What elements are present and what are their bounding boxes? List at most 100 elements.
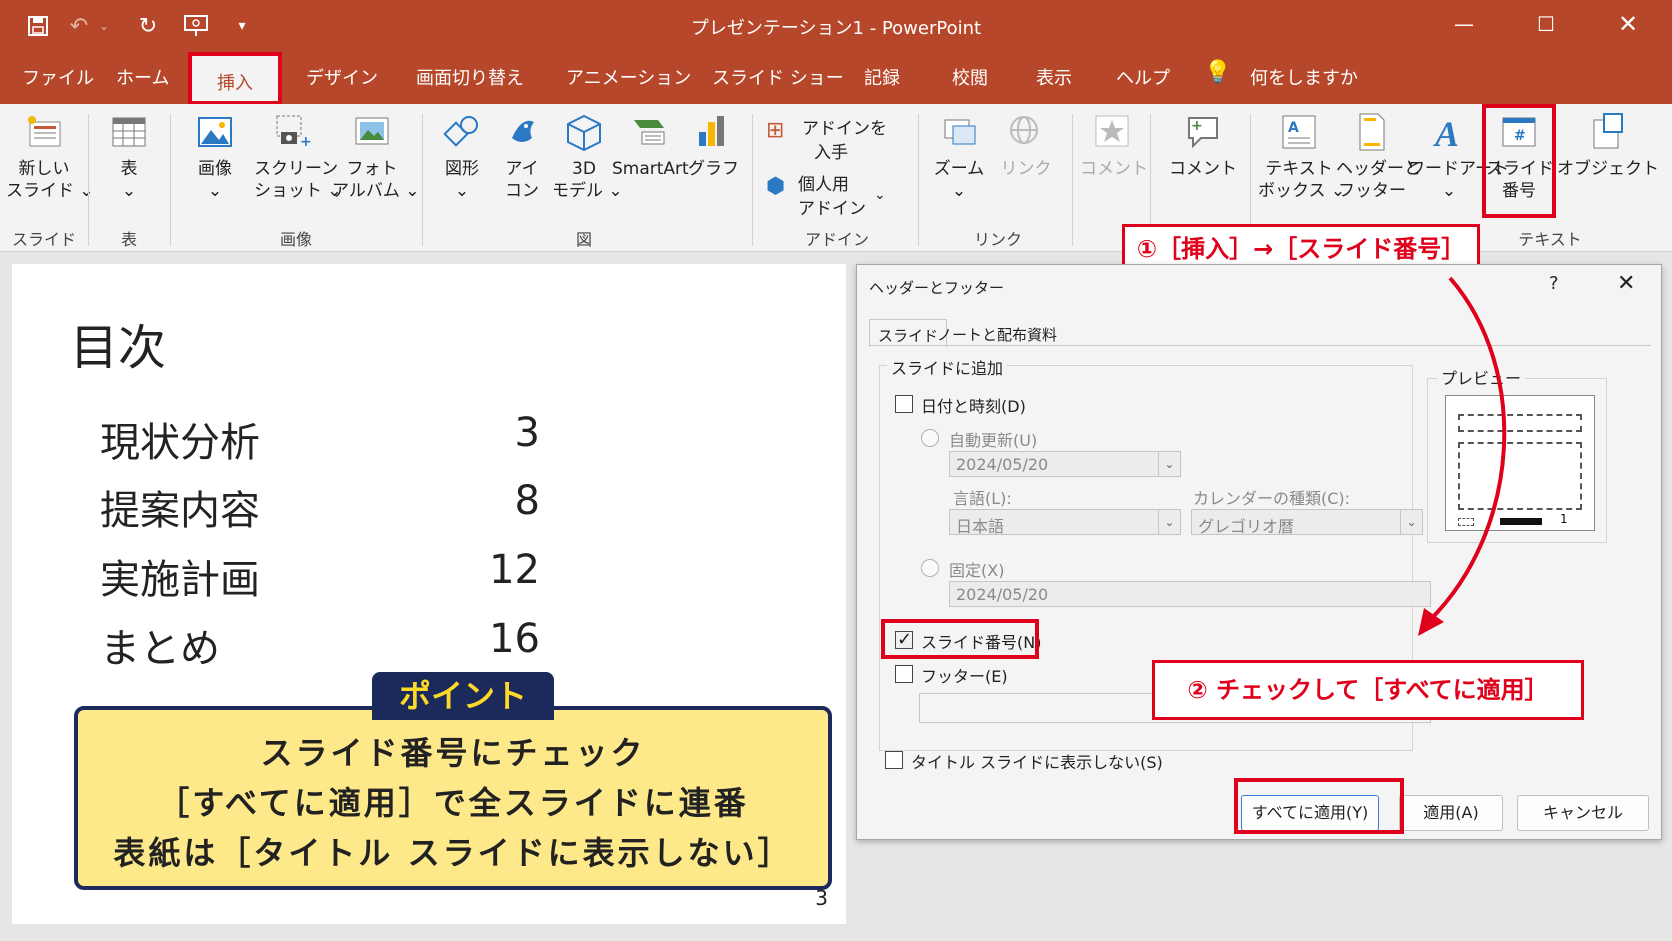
tab-view[interactable]: 表示 bbox=[1036, 64, 1072, 94]
textbox-button[interactable]: A テキスト ボックス ⌄ bbox=[1258, 112, 1345, 202]
3d-models-button[interactable]: 3D モデル ⌄ bbox=[552, 112, 623, 202]
zoom-label: ズーム bbox=[933, 159, 985, 179]
auto-update-radio[interactable] bbox=[921, 429, 939, 447]
textbox-label-2: ボックス ⌄ bbox=[1258, 181, 1346, 201]
new-slide-button[interactable]: 新しい スライド ⌄ bbox=[6, 112, 94, 202]
close-window-icon[interactable]: ✕ bbox=[1608, 8, 1648, 40]
toc-item: 提案内容 8 bbox=[100, 478, 540, 538]
group-links: リンク bbox=[973, 230, 1022, 249]
table-button[interactable]: 表 ⌄ bbox=[96, 112, 162, 202]
icons-button[interactable]: アイ コン bbox=[496, 112, 548, 202]
point-line: スライド番号にチェック bbox=[260, 734, 646, 772]
tab-record[interactable]: 記録 bbox=[864, 64, 900, 94]
apply-button[interactable]: 適用(A) bbox=[1399, 795, 1503, 831]
comment-button[interactable]: + コメント bbox=[1166, 112, 1240, 180]
include-on-slide-legend: スライドに追加 bbox=[887, 355, 1008, 379]
shapes-label: 図形 bbox=[445, 159, 479, 179]
new-slide-icon bbox=[28, 116, 61, 147]
lightbulb-icon: 💡 bbox=[1204, 60, 1232, 85]
divider bbox=[752, 114, 753, 246]
shapes-button[interactable]: 図形 ⌄ bbox=[432, 112, 492, 202]
language-label: 言語(L): bbox=[953, 489, 1012, 508]
tab-insert[interactable]: 挿入 bbox=[188, 52, 282, 105]
chevron-down-icon: ⌄ bbox=[951, 181, 967, 201]
no-title-slide-checkbox[interactable] bbox=[885, 751, 903, 769]
toc-label: まとめ bbox=[100, 626, 220, 672]
group-tables: 表 bbox=[120, 230, 137, 249]
chevron-down-icon: ⌄ bbox=[874, 187, 886, 203]
apply-all-highlight bbox=[1234, 778, 1404, 834]
chart-label: グラフ bbox=[688, 159, 739, 179]
screenshot-icon: + bbox=[276, 115, 311, 150]
chart-button[interactable]: グラフ bbox=[688, 112, 739, 180]
textbox-label-1: テキスト bbox=[1265, 159, 1333, 179]
arrow-icon bbox=[1418, 276, 1507, 636]
smartart-label: SmartArt bbox=[612, 159, 689, 179]
cancel-button[interactable]: キャンセル bbox=[1517, 795, 1649, 831]
cube-icon bbox=[567, 114, 601, 152]
maximize-icon[interactable]: ☐ bbox=[1526, 8, 1566, 40]
get-addins-label-1: アドインを bbox=[802, 119, 887, 139]
link-button[interactable]: リンク bbox=[996, 112, 1056, 180]
tab-slideshow[interactable]: スライド ショー bbox=[712, 64, 844, 94]
fixed-date-input[interactable]: 2024/05/20 bbox=[949, 581, 1431, 607]
slide-page-number: 3 bbox=[815, 886, 828, 910]
date-time-checkbox[interactable] bbox=[895, 395, 913, 413]
object-button[interactable]: オブジェクト bbox=[1556, 112, 1660, 180]
footer-checkbox[interactable] bbox=[895, 665, 913, 683]
image-button[interactable]: 画像 ⌄ bbox=[180, 112, 250, 202]
tab-home[interactable]: ホーム bbox=[116, 64, 169, 94]
object-label: オブジェクト bbox=[1557, 159, 1659, 179]
smartart-button[interactable]: SmartArt bbox=[612, 112, 689, 180]
tab-notes-handouts[interactable]: ノートと配布資料 bbox=[929, 319, 1065, 347]
language-select[interactable]: 日本語 ⌄ bbox=[949, 509, 1181, 536]
star-comment-icon bbox=[1095, 115, 1129, 147]
tab-file[interactable]: ファイル bbox=[22, 64, 94, 94]
minimize-icon[interactable]: — bbox=[1444, 8, 1484, 40]
calendar-label: カレンダーの種類(C): bbox=[1193, 489, 1351, 508]
screenshot-label-1: スクリーン bbox=[254, 159, 339, 179]
photo-album-button[interactable]: フォト アルバム ⌄ bbox=[332, 112, 419, 202]
chevron-down-icon: ⌄ bbox=[1158, 510, 1180, 534]
toc-label: 提案内容 bbox=[100, 488, 260, 534]
toc-page: 3 bbox=[514, 410, 540, 456]
object-icon bbox=[1593, 113, 1623, 149]
tell-me-search[interactable]: 何をしますか bbox=[1250, 64, 1358, 94]
tab-animations[interactable]: アニメーション bbox=[566, 64, 691, 94]
3d-models-label-2: モデル ⌄ bbox=[552, 181, 623, 201]
auto-update-date-select[interactable]: 2024/05/20 ⌄ bbox=[949, 451, 1181, 477]
window-title: プレゼンテーション1 - PowerPoint bbox=[690, 18, 982, 39]
zoom-button[interactable]: ズーム ⌄ bbox=[928, 112, 990, 202]
slide-canvas[interactable]: 目次 現状分析 3 提案内容 8 実施計画 12 まとめ 16 スライド番号にチ… bbox=[12, 264, 846, 924]
svg-text:A: A bbox=[1433, 114, 1459, 152]
tab-review[interactable]: 校閲 bbox=[952, 64, 988, 94]
header-footer-button[interactable]: ヘッダーと フッター bbox=[1336, 112, 1421, 202]
date-time-label: 日付と時刻(D) bbox=[921, 397, 1026, 416]
point-tag: ポイント bbox=[372, 672, 554, 720]
header-footer-dialog: ヘッダーとフッター ? ✕ スライド ノートと配布資料 スライドに追加 日付と時… bbox=[856, 264, 1662, 840]
tab-transitions[interactable]: 画面切り替え bbox=[416, 64, 524, 94]
fixed-label: 固定(X) bbox=[949, 561, 1005, 580]
tab-help[interactable]: ヘルプ bbox=[1116, 64, 1170, 94]
auto-update-label: 自動更新(U) bbox=[949, 431, 1038, 450]
screenshot-button[interactable]: + スクリーン ショット ⌄ bbox=[254, 112, 342, 202]
point-line: 表紙は［タイトル スライドに表示しない］ bbox=[113, 834, 793, 872]
photo-album-label-1: フォト bbox=[346, 159, 398, 179]
slide-number-highlight bbox=[1482, 104, 1556, 218]
close-icon[interactable]: ✕ bbox=[1617, 271, 1635, 296]
toc-item: 実施計画 12 bbox=[100, 547, 540, 607]
fixed-radio[interactable] bbox=[921, 559, 939, 577]
help-icon[interactable]: ? bbox=[1549, 273, 1559, 294]
new-slide-label-1: 新しい bbox=[18, 159, 70, 179]
get-addins-label-2: 入手 bbox=[814, 143, 848, 163]
toc-label: 実施計画 bbox=[100, 557, 260, 603]
tab-design[interactable]: デザイン bbox=[306, 64, 378, 94]
group-text: テキスト bbox=[1518, 230, 1582, 249]
new-comment-disabled-button[interactable]: コメント bbox=[1080, 112, 1148, 180]
toc-label: 現状分析 bbox=[100, 420, 260, 466]
table-label: 表 bbox=[120, 159, 138, 179]
wordart-button[interactable]: A ワードアート ⌄ bbox=[1408, 112, 1509, 202]
slide-number-checkbox-highlight bbox=[881, 619, 1039, 659]
slide-title: 目次 bbox=[70, 320, 167, 376]
point-box: スライド番号にチェック ［すべてに適用］で全スライドに連番 表紙は［タイトル ス… bbox=[74, 706, 832, 890]
